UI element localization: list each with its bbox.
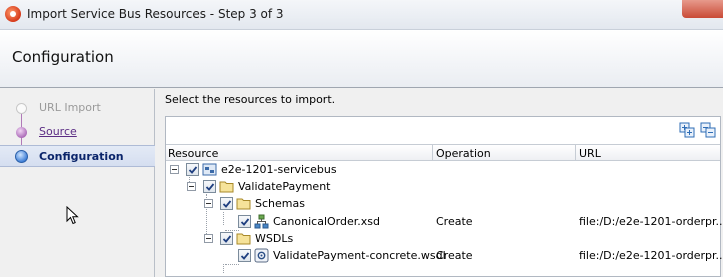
column-divider[interactable] — [575, 145, 576, 161]
url-value: file:/D:/e2e-1201-orderpr... — [579, 215, 723, 228]
step-visited-icon — [16, 127, 27, 138]
tree-connector — [225, 264, 239, 265]
column-resource[interactable]: Resource — [168, 147, 218, 160]
operation-value: Create — [436, 249, 473, 262]
tree-connector — [223, 264, 224, 273]
close-button[interactable] — [682, 0, 723, 18]
resource-name: CanonicalOrder.xsd — [273, 215, 380, 228]
app-icon — [5, 6, 21, 22]
step-label: Configuration — [39, 150, 124, 163]
resource-name: ValidatePayment — [238, 180, 331, 193]
title-bar: Import Service Bus Resources - Step 3 of… — [0, 0, 723, 30]
checkbox[interactable] — [238, 249, 251, 262]
collapse-toggle-icon[interactable] — [187, 182, 196, 191]
column-url[interactable]: URL — [579, 147, 601, 160]
collapse-toggle-icon[interactable] — [204, 234, 213, 243]
resource-name: WSDLs — [255, 232, 294, 245]
resource-tree-table: Resource Operation URL e2e-1201-serviceb… — [165, 116, 723, 277]
checkbox[interactable] — [238, 215, 251, 228]
step-label: URL Import — [39, 101, 101, 114]
column-operation[interactable]: Operation — [436, 147, 491, 160]
operation-value: Create — [436, 215, 473, 228]
step-disabled-icon — [16, 103, 27, 114]
tree-row-folder[interactable]: WSDLs — [166, 230, 720, 247]
step-current-icon — [15, 150, 28, 163]
checkbox[interactable] — [220, 232, 233, 245]
tree-row-resource[interactable]: CanonicalOrder.xsd Create file:/D:/e2e-1… — [166, 213, 723, 230]
table-header: Resource Operation URL — [166, 144, 720, 161]
checkbox[interactable] — [203, 180, 216, 193]
checkbox[interactable] — [186, 163, 199, 176]
resource-name: Schemas — [255, 197, 305, 210]
schema-icon — [254, 214, 269, 229]
column-divider[interactable] — [432, 145, 433, 161]
step-link[interactable]: Source — [39, 125, 77, 138]
resource-name: e2e-1201-servicebus — [221, 163, 337, 176]
content-area: Select the resources to import. Resource… — [156, 89, 723, 277]
tree-row-project[interactable]: e2e-1201-servicebus — [166, 161, 720, 178]
tree-row-folder[interactable]: Schemas — [166, 195, 720, 212]
folder-icon — [236, 198, 251, 210]
wsdl-icon — [254, 248, 269, 263]
step-source[interactable]: Source — [0, 121, 155, 143]
expand-all-icon[interactable] — [679, 122, 696, 139]
page-title: Configuration — [12, 48, 114, 66]
tree-row-resource[interactable]: ValidatePayment-concrete.wsdl Create fil… — [166, 247, 723, 264]
collapse-all-icon[interactable] — [700, 122, 717, 139]
wizard-header: Configuration — [0, 30, 723, 88]
collapse-toggle-icon[interactable] — [170, 165, 179, 174]
folder-icon — [219, 181, 234, 193]
step-url-import: URL Import — [0, 97, 155, 119]
wizard-steps: URL Import Source Configuration — [0, 89, 155, 277]
url-value: file:/D:/e2e-1201-orderpr... — [579, 249, 723, 262]
step-configuration[interactable]: Configuration — [0, 145, 155, 167]
instruction-text: Select the resources to import. — [165, 93, 336, 106]
project-icon — [202, 163, 217, 176]
tree-row-folder[interactable]: ValidatePayment — [166, 178, 720, 195]
mouse-cursor-icon — [66, 206, 79, 225]
window-title: Import Service Bus Resources - Step 3 of… — [27, 7, 284, 21]
folder-icon — [236, 233, 251, 245]
checkbox[interactable] — [220, 197, 233, 210]
resource-name: ValidatePayment-concrete.wsdl — [273, 249, 446, 262]
collapse-toggle-icon[interactable] — [204, 199, 213, 208]
